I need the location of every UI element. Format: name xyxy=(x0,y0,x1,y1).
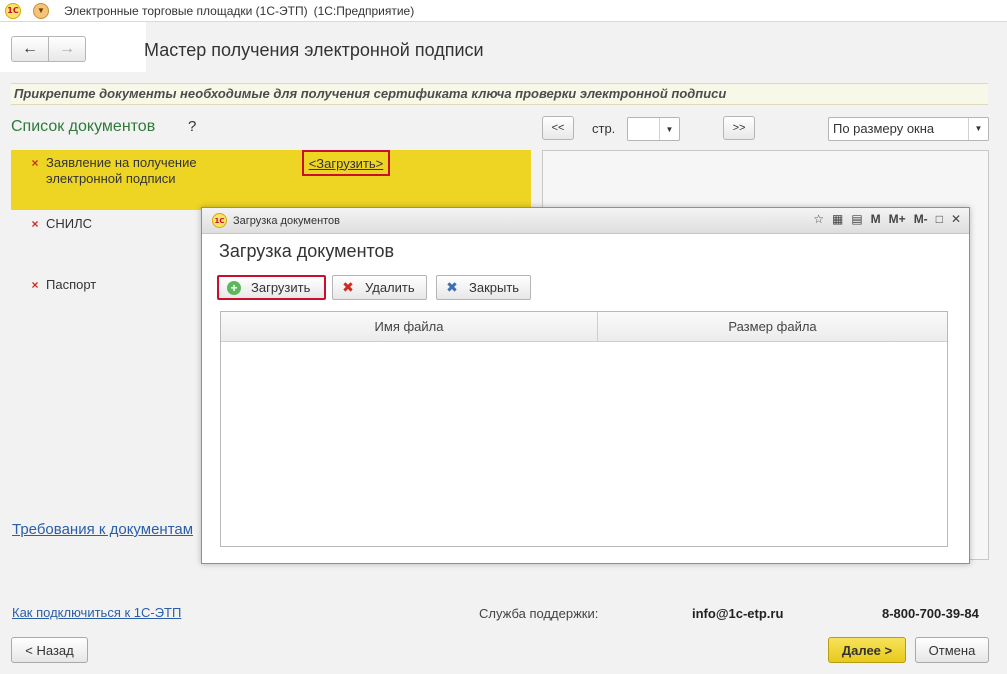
delete-button-label: Удалить xyxy=(365,280,415,295)
missing-status-icon: × xyxy=(31,278,39,292)
close-x-icon: ✖ xyxy=(446,279,458,295)
close-button[interactable]: ✖ Закрыть xyxy=(436,275,531,300)
dropdown-arrow-icon[interactable]: ▼ xyxy=(968,118,988,140)
files-table[interactable]: Имя файла Размер файла xyxy=(220,311,948,547)
page-title: Мастер получения электронной подписи xyxy=(144,40,484,60)
close-button-label: Закрыть xyxy=(469,280,520,295)
app-logo-icon: 1С xyxy=(5,2,21,19)
window-app-name: (1С:Предприятие) xyxy=(313,3,415,18)
dialog-heading: Загрузка документов xyxy=(219,241,395,261)
calendar-icon[interactable]: ▤ xyxy=(851,212,862,226)
column-header-file-name[interactable]: Имя файла xyxy=(221,312,598,341)
app-logo-icon: 1С xyxy=(212,213,227,228)
memory-plus-button[interactable]: M+ xyxy=(889,212,906,226)
table-header: Имя файла Размер файла xyxy=(221,312,947,342)
dropdown-arrow-icon[interactable]: ▼ xyxy=(659,118,679,140)
window-titlebar: 1С ▼ Электронные торговые площадки (1С-Э… xyxy=(0,0,1007,22)
window-title: Электронные торговые площадки (1С-ЭТП) xyxy=(64,3,308,18)
support-label: Служба поддержки: xyxy=(479,606,599,621)
forward-arrow-icon[interactable]: → xyxy=(49,37,85,61)
memory-m-button[interactable]: M xyxy=(871,212,881,226)
page-label: стр. xyxy=(592,121,616,136)
nav-buttons: ← → xyxy=(11,36,86,62)
dialog-window-title: Загрузка документов xyxy=(233,214,341,227)
zoom-select[interactable]: По размеру окна ▼ xyxy=(828,117,989,141)
dialog-titlebar: 1С Загрузка документов ☆ ▦ ▤ M M+ M- □ ✕ xyxy=(202,208,969,234)
document-item-passport[interactable]: × Паспорт xyxy=(27,277,96,293)
plus-circle-icon: + xyxy=(227,280,241,295)
document-label-line2: электронной подписи xyxy=(46,171,176,186)
page-select[interactable]: ▼ xyxy=(627,117,680,141)
calculator-icon[interactable]: ▦ xyxy=(832,212,843,226)
upload-documents-dialog: 1С Загрузка документов ☆ ▦ ▤ M M+ M- □ ✕… xyxy=(201,207,970,564)
document-label: СНИЛС xyxy=(46,216,93,231)
zoom-value: По размеру окна xyxy=(833,121,935,136)
next-page-button[interactable]: >> xyxy=(723,116,755,140)
cancel-button[interactable]: Отмена xyxy=(915,637,989,663)
documents-list-title: Список документов xyxy=(11,118,156,135)
back-arrow-icon[interactable]: ← xyxy=(12,37,49,61)
back-button[interactable]: < Назад xyxy=(11,637,88,663)
bookmark-icon[interactable]: ☆ xyxy=(813,212,824,226)
maximize-icon[interactable]: □ xyxy=(936,212,943,226)
missing-status-icon: × xyxy=(31,156,39,170)
column-header-file-size[interactable]: Размер файла xyxy=(598,312,947,341)
delete-button[interactable]: ✖ Удалить xyxy=(332,275,427,300)
help-icon[interactable]: ? xyxy=(188,118,196,135)
document-item-application[interactable]: × Заявление на получение электронной под… xyxy=(27,155,197,187)
support-email: info@1c-etp.ru xyxy=(692,606,784,621)
missing-status-icon: × xyxy=(31,217,39,231)
close-icon[interactable]: ✕ xyxy=(951,212,961,226)
upload-link[interactable]: <Загрузить> xyxy=(309,156,384,171)
upload-button-label: Загрузить xyxy=(251,280,311,295)
dialog-tools: ☆ ▦ ▤ M M+ M- □ ✕ xyxy=(813,212,961,226)
memory-minus-button[interactable]: M- xyxy=(914,212,928,226)
delete-x-icon: ✖ xyxy=(342,279,354,295)
upload-button[interactable]: + Загрузить xyxy=(217,275,326,300)
document-label: Паспорт xyxy=(46,277,97,292)
next-button[interactable]: Далее > xyxy=(828,637,906,663)
how-to-connect-link[interactable]: Как подключиться к 1С-ЭТП xyxy=(12,605,181,620)
support-phone: 8-800-700-39-84 xyxy=(882,606,979,621)
prev-page-button[interactable]: << xyxy=(542,116,574,140)
upload-link-highlight: <Загрузить> xyxy=(302,150,390,176)
document-label: Заявление на получение xyxy=(46,155,197,170)
main-menu-icon[interactable]: ▼ xyxy=(33,2,49,19)
hint-bar: Прикрепите документы необходимые для пол… xyxy=(11,83,988,105)
document-item-snils[interactable]: × СНИЛС xyxy=(27,216,92,232)
requirements-link[interactable]: Требования к документам xyxy=(12,521,193,538)
